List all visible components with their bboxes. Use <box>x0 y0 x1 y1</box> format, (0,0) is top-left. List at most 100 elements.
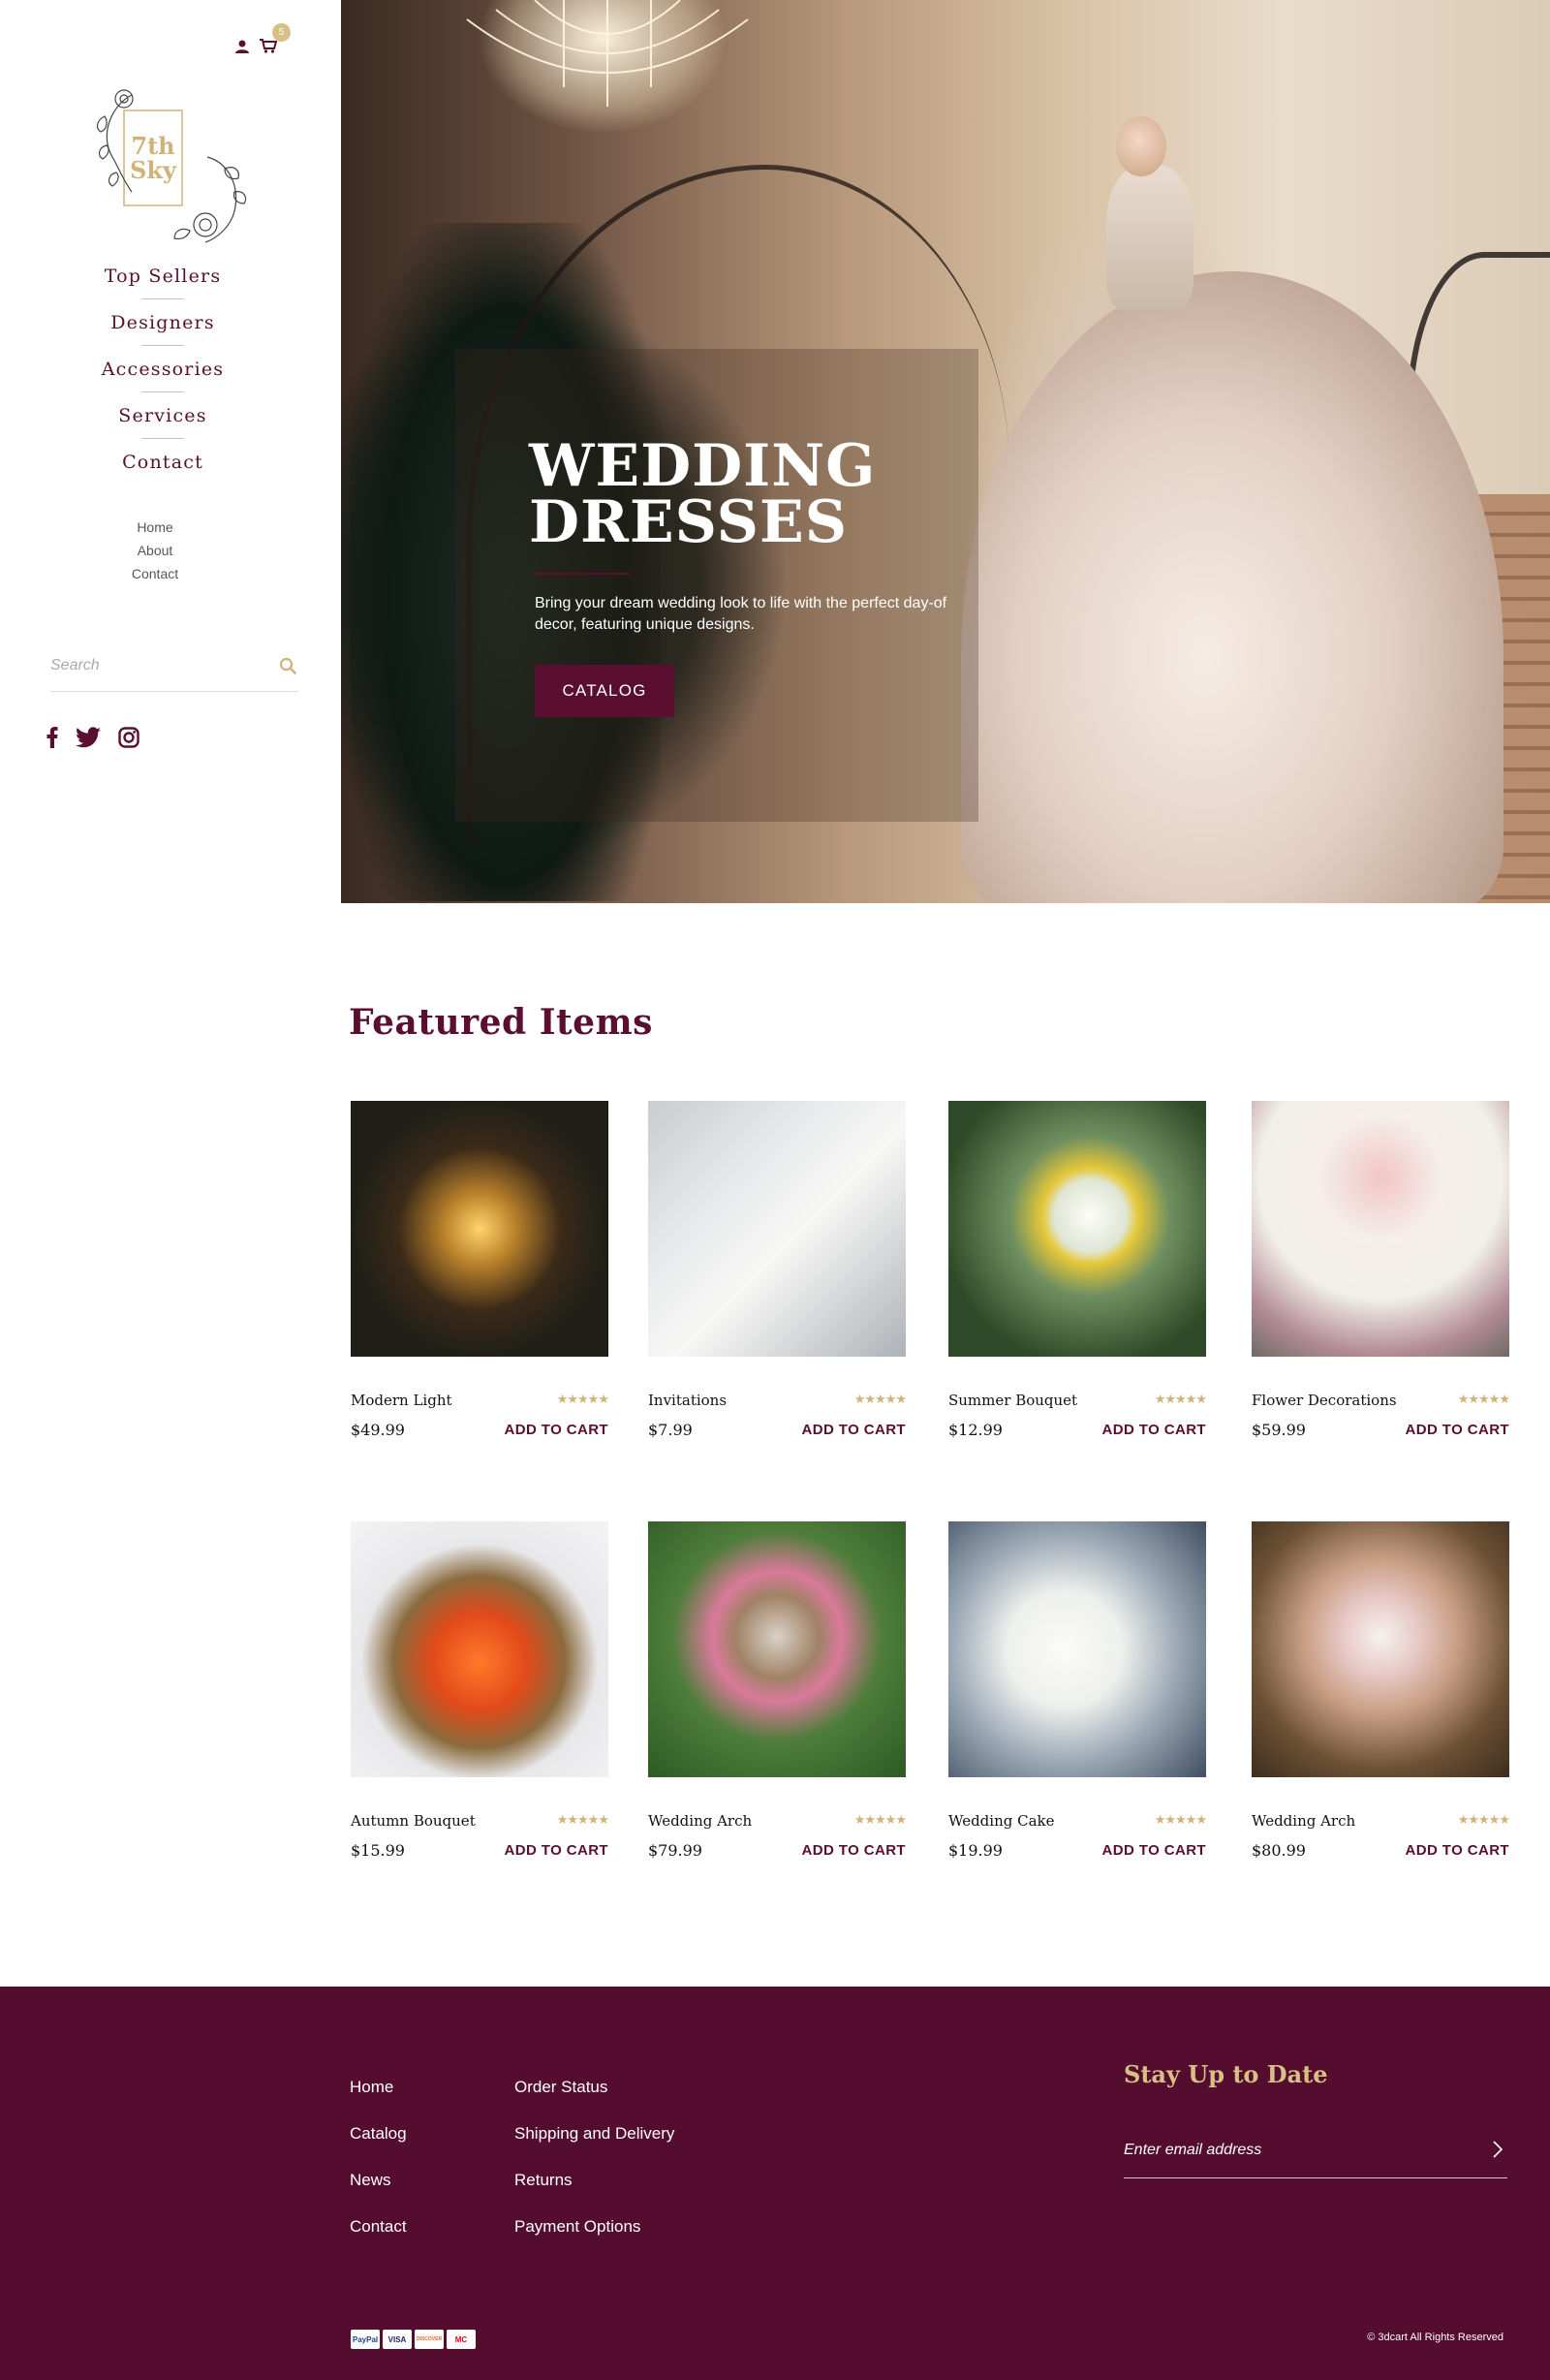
product-card-wedding-cake[interactable]: Wedding Cake ★★★★★ $19.99 ADD TO CART <box>948 1521 1207 1860</box>
search-box <box>50 640 298 692</box>
rating-stars-icon: ★★★★★ <box>1154 1392 1207 1406</box>
product-card-modern-light[interactable]: Modern Light ★★★★★ $49.99 ADD TO CART <box>351 1101 609 1439</box>
mastercard-icon: MC <box>447 2330 476 2349</box>
nav-designers[interactable]: Designers <box>39 308 287 355</box>
cart-icon <box>260 39 277 53</box>
product-name[interactable]: Wedding Cake <box>948 1812 1055 1830</box>
nav-contact[interactable]: Contact <box>39 448 287 494</box>
product-price: $49.99 <box>351 1421 405 1439</box>
product-name[interactable]: Wedding Arch <box>648 1812 752 1830</box>
link-contact[interactable]: Contact <box>107 562 203 585</box>
product-image[interactable] <box>1252 1521 1509 1777</box>
hero-description: Bring your dream wedding look to life wi… <box>535 595 947 633</box>
footer-link-shipping[interactable]: Shipping and Delivery <box>514 2116 674 2163</box>
link-about[interactable]: About <box>107 539 203 562</box>
add-to-cart-button[interactable]: ADD TO CART <box>1102 1422 1206 1438</box>
search-icon[interactable] <box>279 657 296 679</box>
hero-image-bodice <box>1106 165 1194 310</box>
product-card-wedding-arch[interactable]: Wedding Arch ★★★★★ $79.99 ADD TO CART <box>648 1521 907 1860</box>
footer-link-payment-options[interactable]: Payment Options <box>514 2209 674 2256</box>
product-card-flower-decorations[interactable]: Flower Decorations ★★★★★ $59.99 ADD TO CART <box>1252 1101 1510 1439</box>
add-to-cart-button[interactable]: ADD TO CART <box>1406 1422 1509 1438</box>
logo-text: 7th Sky <box>124 110 182 205</box>
product-image[interactable] <box>351 1521 608 1777</box>
twitter-icon[interactable] <box>76 727 101 753</box>
search-input[interactable] <box>50 651 264 680</box>
catalog-button[interactable]: CATALOG <box>535 665 674 717</box>
add-to-cart-button[interactable]: ADD TO CART <box>802 1842 906 1859</box>
product-card-summer-bouquet[interactable]: Summer Bouquet ★★★★★ $12.99 ADD TO CART <box>948 1101 1207 1439</box>
product-card-autumn-bouquet[interactable]: Autumn Bouquet ★★★★★ $15.99 ADD TO CART <box>351 1521 609 1860</box>
product-price: $80.99 <box>1252 1841 1306 1860</box>
rating-stars-icon: ★★★★★ <box>556 1812 609 1827</box>
product-image[interactable] <box>948 1101 1206 1357</box>
footer-link-catalog[interactable]: Catalog <box>350 2116 407 2163</box>
product-image[interactable] <box>351 1101 608 1357</box>
footer-links-col-1: Home Catalog News Contact <box>350 2070 407 2256</box>
product-name[interactable]: Flower Decorations <box>1252 1392 1397 1409</box>
newsletter-form <box>1124 2124 1507 2178</box>
copyright: © 3dcart All Rights Reserved <box>1367 2332 1504 2343</box>
footer: Home Catalog News Contact Order Status S… <box>0 1987 1550 2380</box>
payment-methods: PayPal VISA DISCOVER MC <box>351 2330 476 2349</box>
product-image[interactable] <box>648 1521 906 1777</box>
social-links <box>46 727 140 753</box>
product-card-wedding-arch[interactable]: Wedding Arch ★★★★★ $80.99 ADD TO CART <box>1252 1521 1510 1860</box>
product-image[interactable] <box>948 1521 1206 1777</box>
add-to-cart-button[interactable]: ADD TO CART <box>1102 1842 1206 1859</box>
product-name[interactable]: Autumn Bouquet <box>351 1812 476 1830</box>
logo-line-1: 7th <box>131 132 175 160</box>
logo[interactable]: 7th Sky <box>93 85 248 250</box>
hero-banner: WEDDING DRESSES Bring your dream wedding… <box>341 0 1550 903</box>
product-name[interactable]: Wedding Arch <box>1252 1812 1355 1830</box>
account-icon[interactable] <box>234 40 250 53</box>
cart-button[interactable]: 5 <box>260 23 291 53</box>
nav-accessories[interactable]: Accessories <box>39 355 287 401</box>
instagram-icon[interactable] <box>118 727 140 753</box>
nav-services[interactable]: Services <box>39 401 287 448</box>
utility-icons: 5 <box>234 23 291 53</box>
hero-title: WEDDING DRESSES <box>529 437 975 551</box>
add-to-cart-button[interactable]: ADD TO CART <box>505 1842 608 1859</box>
rating-stars-icon: ★★★★★ <box>1154 1812 1207 1827</box>
product-price: $15.99 <box>351 1841 405 1860</box>
nav-top-sellers[interactable]: Top Sellers <box>39 262 287 308</box>
hero-title-line-2: DRESSES <box>529 488 849 556</box>
footer-link-returns[interactable]: Returns <box>514 2163 674 2209</box>
chevron-right-icon[interactable] <box>1492 2140 1504 2164</box>
rating-stars-icon: ★★★★★ <box>556 1392 609 1406</box>
footer-link-home[interactable]: Home <box>350 2070 407 2116</box>
hero-text-panel <box>455 349 978 822</box>
product-name[interactable]: Invitations <box>648 1392 727 1409</box>
rating-stars-icon: ★★★★★ <box>853 1812 907 1827</box>
visa-icon: VISA <box>383 2330 412 2349</box>
newsletter-title: Stay Up to Date <box>1124 2060 1328 2088</box>
add-to-cart-button[interactable]: ADD TO CART <box>802 1422 906 1438</box>
logo-line-2: Sky <box>130 156 176 184</box>
sidebar: 5 7th Sky Top Sellers Designers Accessor… <box>0 0 341 903</box>
footer-link-order-status[interactable]: Order Status <box>514 2070 674 2116</box>
category-nav: Top Sellers Designers Accessories Servic… <box>39 262 287 494</box>
cart-count-badge: 5 <box>272 23 291 42</box>
footer-link-news[interactable]: News <box>350 2163 407 2209</box>
email-field[interactable] <box>1124 2136 1453 2165</box>
rating-stars-icon: ★★★★★ <box>1457 1392 1510 1406</box>
product-price: $79.99 <box>648 1841 702 1860</box>
add-to-cart-button[interactable]: ADD TO CART <box>1406 1842 1509 1859</box>
featured-title: Featured Items <box>349 1002 653 1043</box>
add-to-cart-button[interactable]: ADD TO CART <box>505 1422 608 1438</box>
facebook-icon[interactable] <box>46 727 58 753</box>
product-price: $59.99 <box>1252 1421 1306 1439</box>
link-home[interactable]: Home <box>107 516 203 539</box>
footer-link-contact[interactable]: Contact <box>350 2209 407 2256</box>
product-card-invitations[interactable]: Invitations ★★★★★ $7.99 ADD TO CART <box>648 1101 907 1439</box>
paypal-icon: PayPal <box>351 2330 380 2349</box>
product-name[interactable]: Modern Light <box>351 1392 452 1409</box>
product-name[interactable]: Summer Bouquet <box>948 1392 1077 1409</box>
chandelier-icon <box>466 0 749 107</box>
footer-links-col-2: Order Status Shipping and Delivery Retur… <box>514 2070 674 2256</box>
product-price: $12.99 <box>948 1421 1003 1439</box>
hero-image-bride <box>1116 116 1166 176</box>
product-image[interactable] <box>648 1101 906 1357</box>
product-image[interactable] <box>1252 1101 1509 1357</box>
